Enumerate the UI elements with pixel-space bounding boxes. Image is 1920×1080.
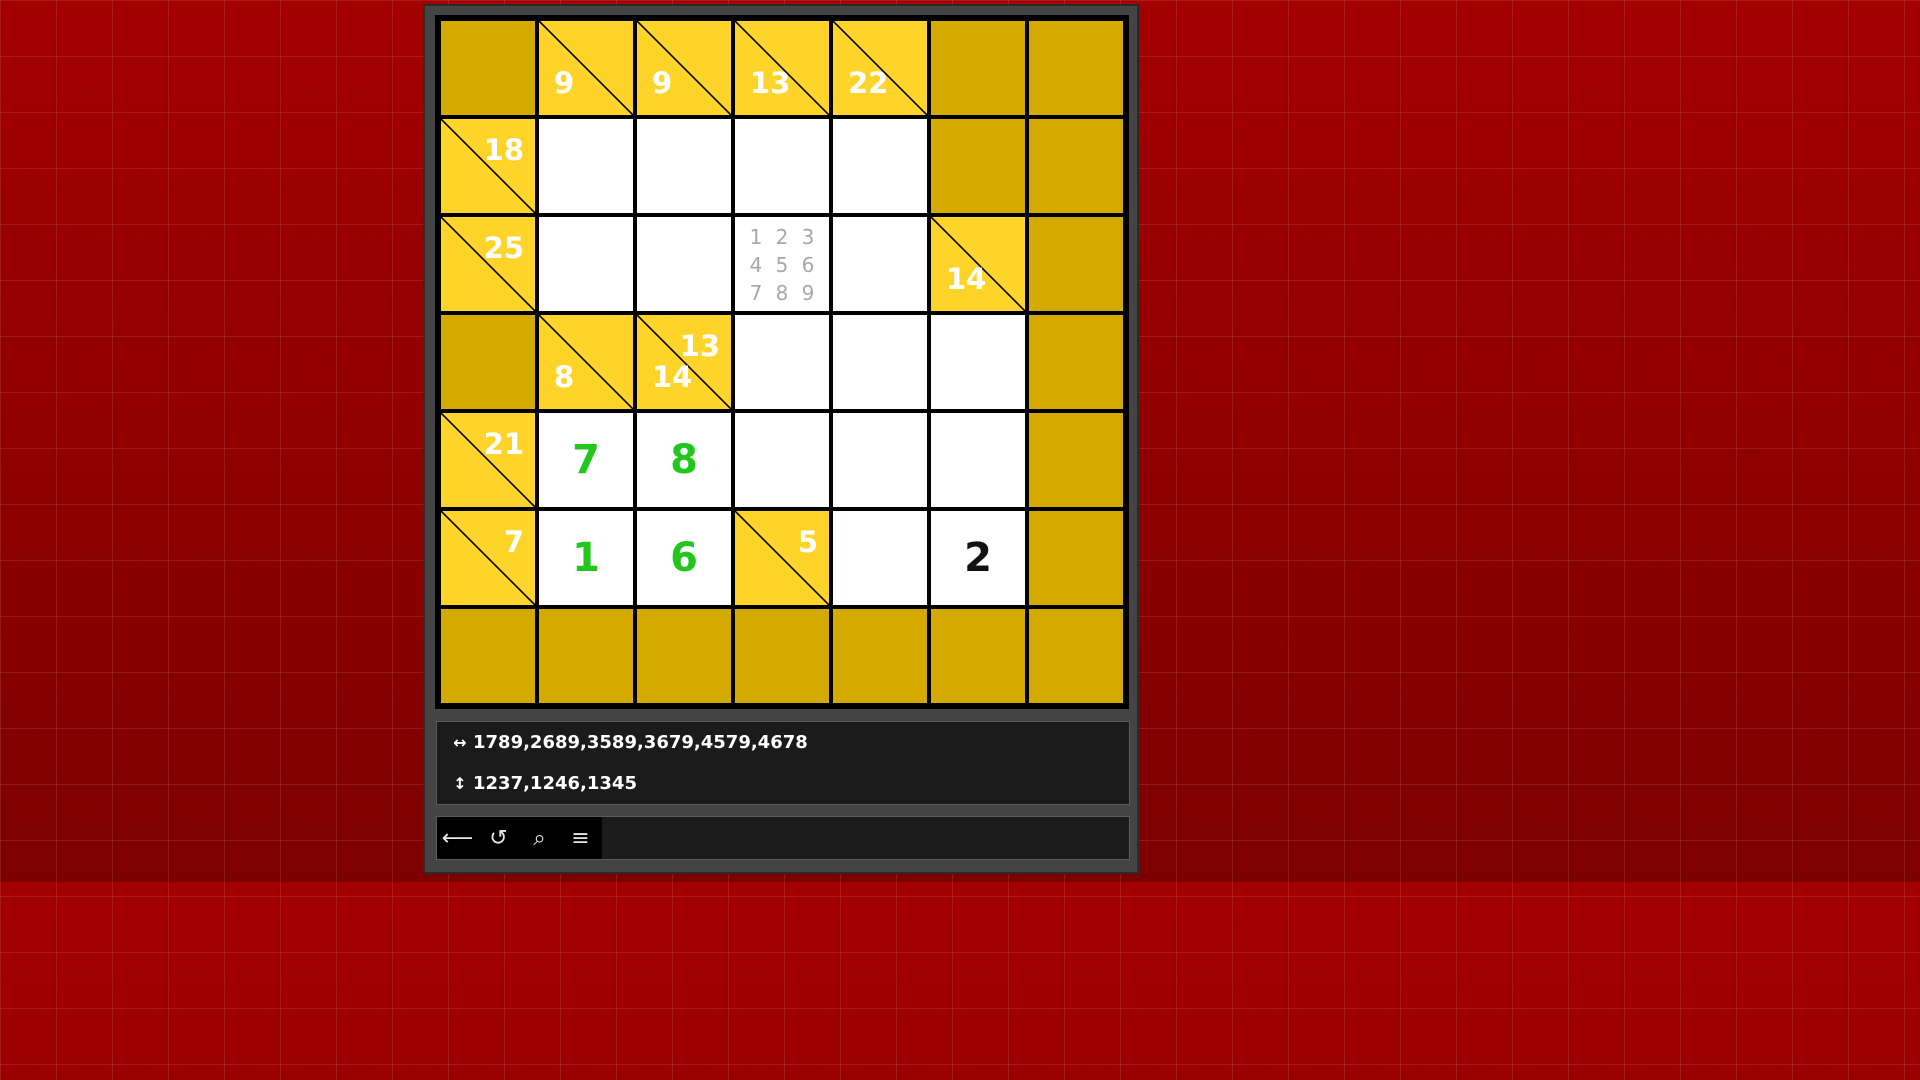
back-button[interactable]: ⟵: [437, 817, 478, 859]
block-cell: [735, 609, 829, 703]
across-clue-number: 13: [679, 329, 720, 363]
entry-cell[interactable]: 6: [637, 511, 731, 605]
block-cell: [1029, 315, 1123, 409]
entry-cell[interactable]: [637, 119, 731, 213]
block-cell: [931, 609, 1025, 703]
block-cell: [1029, 119, 1123, 213]
clue-cell: 25: [441, 217, 535, 311]
block-cell: [1029, 413, 1123, 507]
down-clue-number: 14: [652, 360, 693, 394]
block-cell: [441, 609, 535, 703]
clue-cell: 9: [539, 21, 633, 115]
entry-cell[interactable]: [539, 217, 633, 311]
down-clue-number: 13: [750, 66, 791, 100]
down-combos-text: 1237,1246,1345: [473, 773, 637, 794]
down-clue-number: 9: [554, 66, 575, 100]
toolbar: ⟵ ↺ ⌕ ≡: [436, 816, 1130, 860]
entry-cell[interactable]: [931, 315, 1025, 409]
entry-cell[interactable]: [833, 217, 927, 311]
pencil-mark: 9: [801, 281, 815, 305]
block-cell: [637, 609, 731, 703]
pencil-mark: 6: [801, 253, 815, 277]
block-cell: [931, 21, 1025, 115]
across-combos-line: ↔ 1789,2689,3589,3679,4579,4678: [451, 732, 808, 753]
entry-cell[interactable]: [735, 315, 829, 409]
pencil-mark: 4: [749, 253, 763, 277]
menu-icon: ≡: [571, 825, 590, 851]
clue-cell: 7: [441, 511, 535, 605]
entry-cell[interactable]: [931, 413, 1025, 507]
clue-cell: 22: [833, 21, 927, 115]
pencil-mark: 8: [775, 281, 789, 305]
tool-buttons: ⟵ ↺ ⌕ ≡: [437, 817, 602, 859]
entry-cell[interactable]: 123 456 789: [735, 217, 829, 311]
entry-cell[interactable]: 2: [931, 511, 1025, 605]
pencil-mark: 3: [801, 225, 815, 249]
undo-icon: ↺: [489, 825, 508, 851]
search-button[interactable]: ⌕: [519, 817, 560, 859]
down-clue-number: 9: [652, 66, 673, 100]
entry-cell[interactable]: 7: [539, 413, 633, 507]
entry-cell[interactable]: [735, 119, 829, 213]
horizontal-arrow-icon: ↔: [453, 733, 467, 752]
block-cell: [1029, 609, 1123, 703]
search-icon: ⌕: [533, 825, 546, 851]
block-cell: [1029, 217, 1123, 311]
down-clue-number: 22: [848, 66, 889, 100]
entry-cell[interactable]: [833, 511, 927, 605]
back-arrow-icon: ⟵: [441, 825, 474, 851]
entered-digit: 2: [964, 535, 992, 581]
block-cell: [1029, 511, 1123, 605]
block-cell: [441, 315, 535, 409]
across-clue-number: 7: [503, 525, 524, 559]
clue-cell: 13 14: [637, 315, 731, 409]
entry-cell[interactable]: 8: [637, 413, 731, 507]
entered-digit: 1: [572, 535, 600, 581]
down-clue-number: 14: [946, 262, 987, 296]
down-clue-number: 8: [554, 360, 575, 394]
clue-cell: 8: [539, 315, 633, 409]
kakuro-board: 9 9 13 22 18 25 1 2 3 4 5 6 7 8 9 14 8 13 14 21 7 8 7 1 6 5 2: [435, 15, 1129, 709]
vertical-arrow-icon: ↕: [453, 774, 467, 793]
clue-cell: 9: [637, 21, 731, 115]
clue-cell: 13: [735, 21, 829, 115]
block-cell: [931, 119, 1025, 213]
across-clue-number: 5: [797, 525, 818, 559]
pencil-marks: 123 456 789: [743, 223, 821, 307]
entry-cell[interactable]: [833, 315, 927, 409]
entry-cell[interactable]: 1: [539, 511, 633, 605]
across-clue-number: 18: [483, 133, 524, 167]
entry-cell[interactable]: [833, 119, 927, 213]
clue-cell: 5: [735, 511, 829, 605]
entry-cell[interactable]: [637, 217, 731, 311]
entered-digit: 8: [670, 437, 698, 483]
menu-button[interactable]: ≡: [560, 817, 601, 859]
pencil-mark: 1: [749, 225, 763, 249]
pencil-mark: 5: [775, 253, 789, 277]
pencil-mark: 2: [775, 225, 789, 249]
clue-cell: 14: [931, 217, 1025, 311]
clue-cell: 18: [441, 119, 535, 213]
block-cell: [1029, 21, 1123, 115]
entered-digit: 7: [572, 437, 600, 483]
across-combos-text: 1789,2689,3589,3679,4579,4678: [473, 732, 808, 753]
pencil-mark: 7: [749, 281, 763, 305]
entered-digit: 6: [670, 535, 698, 581]
block-cell: [441, 21, 535, 115]
across-clue-number: 21: [483, 427, 524, 461]
undo-button[interactable]: ↺: [478, 817, 519, 859]
combination-hints-panel: ↔ 1789,2689,3589,3679,4579,4678 ↕ 1237,124…: [436, 721, 1130, 805]
across-clue-number: 25: [483, 231, 524, 265]
clue-cell: 21: [441, 413, 535, 507]
down-combos-line: ↕ 1237,1246,1345: [451, 773, 637, 794]
entry-cell[interactable]: [735, 413, 829, 507]
entry-cell[interactable]: [539, 119, 633, 213]
entry-cell[interactable]: [833, 413, 927, 507]
block-cell: [833, 609, 927, 703]
block-cell: [539, 609, 633, 703]
